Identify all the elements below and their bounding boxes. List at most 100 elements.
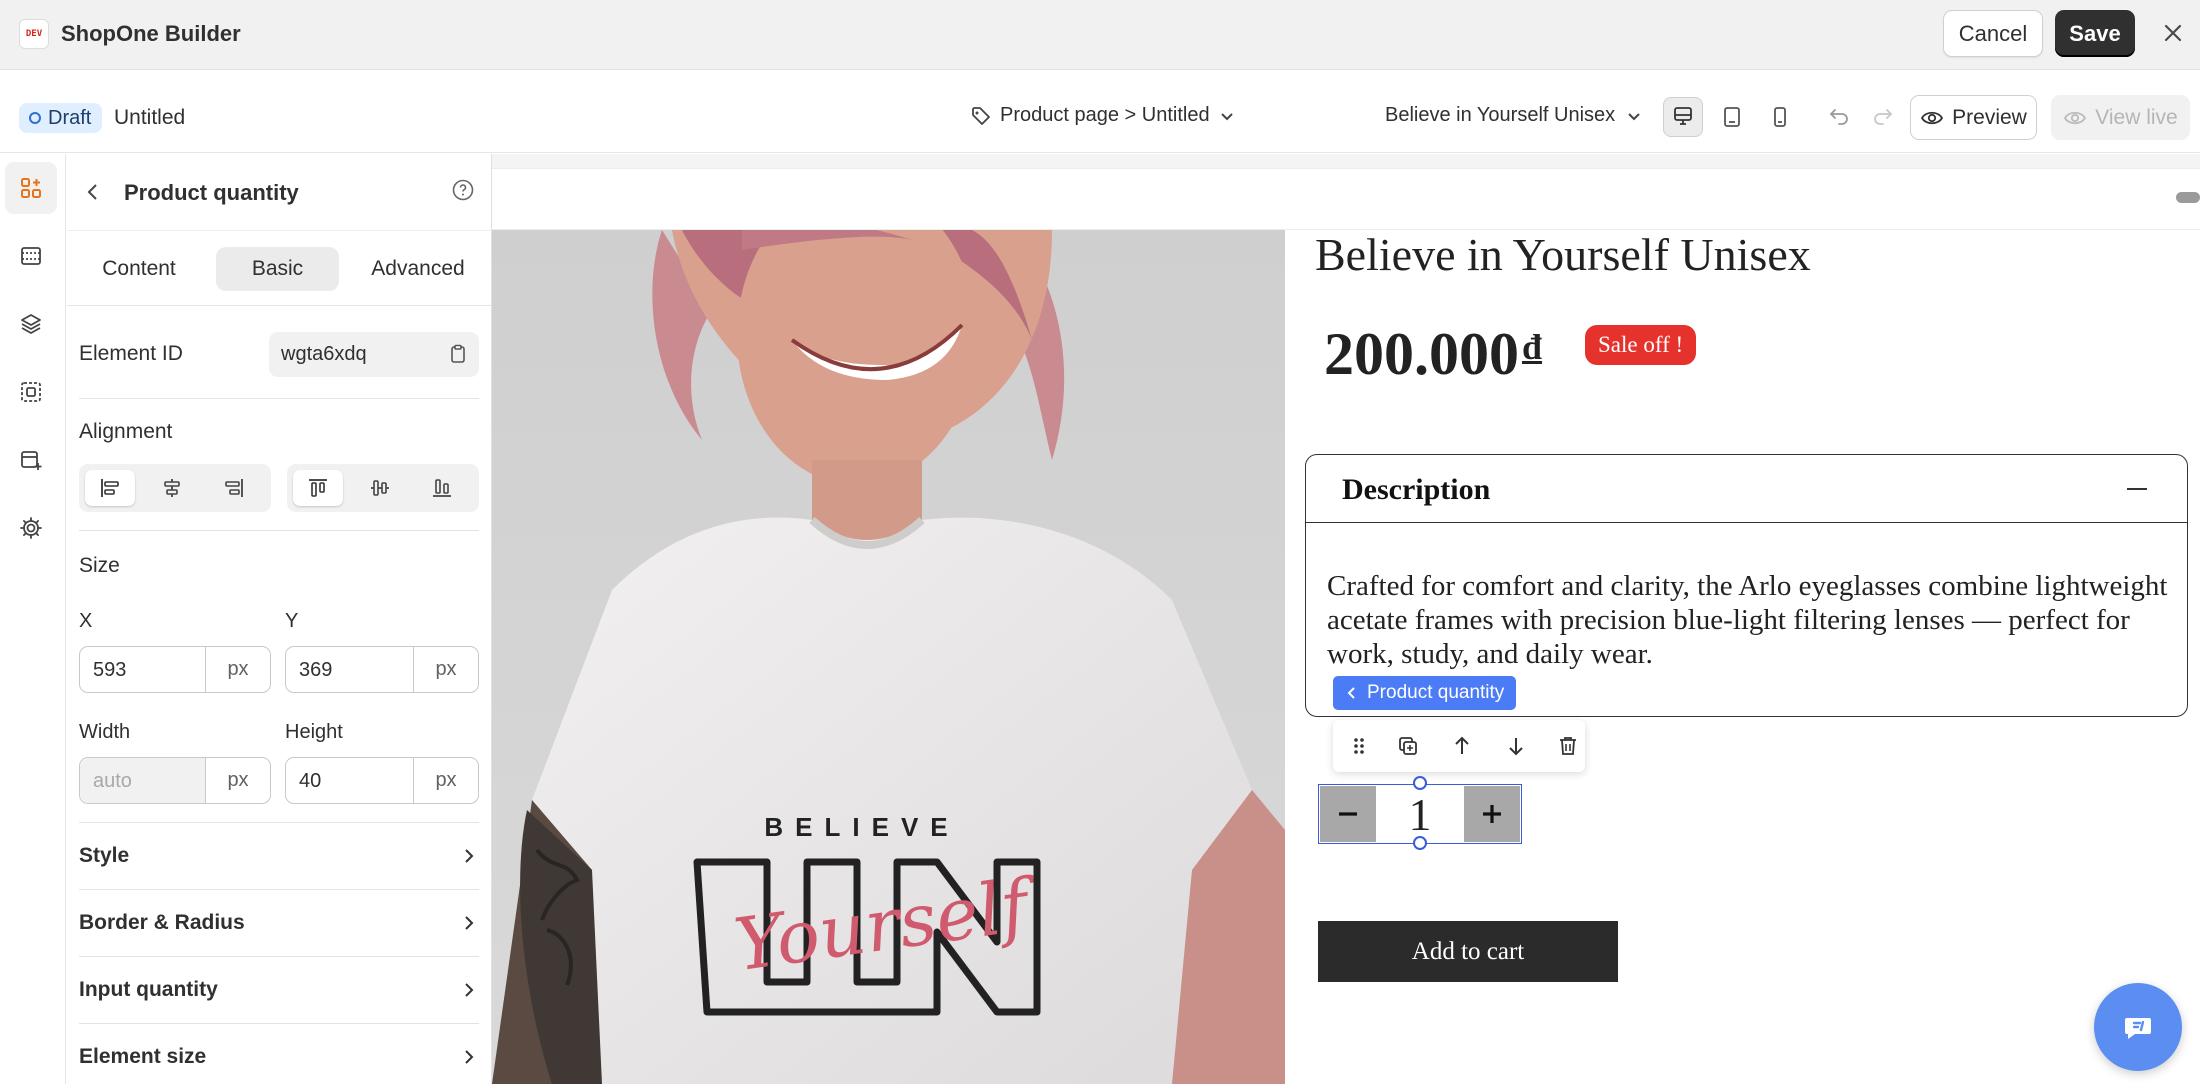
accordion-element-size[interactable]: Element size bbox=[79, 1023, 479, 1090]
rail-pages-button[interactable] bbox=[5, 434, 57, 486]
x-field[interactable]: 593 px bbox=[79, 646, 271, 693]
accordion-element-size-label: Element size bbox=[79, 1045, 207, 1068]
tablet-view-button[interactable] bbox=[1712, 97, 1752, 137]
page-selector[interactable]: Product page > Untitled bbox=[970, 104, 1236, 127]
description-header[interactable]: Description bbox=[1306, 455, 2187, 523]
view-live-label: View live bbox=[2095, 105, 2178, 129]
width-unit: px bbox=[227, 769, 249, 791]
quantity-decrease-button[interactable] bbox=[1320, 786, 1376, 842]
divider bbox=[79, 530, 479, 531]
y-label: Y bbox=[285, 610, 299, 632]
rail-templates-button[interactable] bbox=[5, 366, 57, 418]
height-label: Height bbox=[285, 721, 343, 743]
drag-handle-icon[interactable] bbox=[1346, 733, 1372, 759]
back-chevron-icon[interactable] bbox=[81, 180, 105, 204]
align-right-button[interactable] bbox=[209, 470, 259, 506]
shirt-print-believe: BELIEVE bbox=[764, 812, 959, 842]
chevron-down-icon bbox=[1628, 112, 1640, 120]
status-label: Draft bbox=[48, 106, 92, 129]
alignment-label: Alignment bbox=[79, 420, 173, 443]
height-input[interactable]: 40 bbox=[286, 758, 414, 803]
resize-handle-top[interactable] bbox=[1413, 776, 1427, 790]
tag-icon bbox=[972, 106, 990, 125]
align-top-button[interactable] bbox=[293, 470, 343, 506]
desktop-view-button[interactable] bbox=[1663, 97, 1703, 137]
x-unit: px bbox=[227, 658, 249, 680]
align-left-icon bbox=[101, 479, 119, 497]
sale-badge[interactable]: Sale off ! bbox=[1585, 325, 1697, 365]
page-name[interactable]: Untitled bbox=[114, 106, 185, 130]
move-up-icon[interactable] bbox=[1449, 733, 1475, 759]
quantity-input[interactable]: 1 bbox=[1376, 786, 1464, 842]
chevron-right-icon bbox=[465, 916, 474, 930]
trash-icon[interactable] bbox=[1555, 733, 1581, 759]
rail-layers-button[interactable] bbox=[5, 298, 57, 350]
tab-basic[interactable]: Basic bbox=[216, 247, 339, 291]
chevron-left-icon bbox=[1347, 687, 1355, 699]
close-icon[interactable] bbox=[2158, 18, 2188, 48]
help-icon[interactable] bbox=[451, 178, 475, 202]
rail-elements-button[interactable] bbox=[5, 162, 57, 214]
eye-icon bbox=[2064, 111, 2087, 124]
panel-tabs: Content Basic Advanced bbox=[67, 230, 492, 306]
page-selector-label: Product page > Untitled bbox=[1000, 104, 1210, 126]
y-field[interactable]: 369 px bbox=[285, 646, 479, 693]
quantity-increase-button[interactable] bbox=[1464, 786, 1520, 842]
selected-element-tag-label: Product quantity bbox=[1367, 682, 1505, 703]
preview-button[interactable]: Preview bbox=[1910, 95, 2037, 140]
x-input[interactable]: 593 bbox=[80, 647, 206, 692]
align-center-icon bbox=[164, 479, 180, 497]
canvas-header-strip bbox=[492, 168, 2200, 230]
undo-icon[interactable] bbox=[1826, 101, 1856, 131]
canvas-scrollbar[interactable] bbox=[2176, 192, 2200, 203]
y-unit: px bbox=[435, 658, 457, 680]
align-top-icon bbox=[309, 479, 327, 497]
accordion-input-quantity-label: Input quantity bbox=[79, 978, 218, 1001]
divider bbox=[79, 398, 479, 399]
width-input[interactable]: auto bbox=[80, 758, 206, 803]
template-icon bbox=[21, 382, 41, 402]
accordion-input-quantity[interactable]: Input quantity bbox=[79, 956, 479, 1023]
tab-content[interactable]: Content bbox=[83, 247, 195, 291]
align-bottom-button[interactable] bbox=[417, 470, 467, 506]
add-to-cart-button[interactable]: Add to cart bbox=[1318, 921, 1618, 982]
y-input[interactable]: 369 bbox=[286, 647, 414, 692]
resize-handle-bottom[interactable] bbox=[1413, 836, 1427, 850]
view-live-button[interactable]: View live bbox=[2051, 95, 2190, 140]
accordion-style[interactable]: Style bbox=[79, 822, 479, 889]
accordion-border-radius[interactable]: Border & Radius bbox=[79, 889, 479, 956]
product-selector[interactable]: Believe in Yourself Unisex bbox=[1385, 104, 1643, 127]
product-image[interactable]: BELIEVE Yourself bbox=[492, 230, 1285, 1084]
element-id-value: wgta6xdq bbox=[281, 343, 367, 365]
gear-icon bbox=[20, 517, 42, 539]
tab-advanced[interactable]: Advanced bbox=[355, 247, 481, 291]
selected-element-tag[interactable]: Product quantity bbox=[1333, 676, 1517, 710]
rail-settings-button[interactable] bbox=[5, 502, 57, 554]
desktop-icon bbox=[1674, 107, 1692, 125]
height-field[interactable]: 40 px bbox=[285, 757, 479, 804]
collapse-minus-icon[interactable] bbox=[2127, 488, 2147, 490]
move-down-icon[interactable] bbox=[1503, 733, 1529, 759]
align-bottom-icon bbox=[433, 479, 451, 497]
chevron-right-icon bbox=[465, 849, 474, 863]
editor-toolbar: Draft Untitled Product page > Untitled B… bbox=[0, 71, 2200, 153]
chat-support-button[interactable] bbox=[2094, 983, 2182, 1071]
mobile-icon bbox=[1774, 107, 1786, 127]
mobile-view-button[interactable] bbox=[1760, 97, 1800, 137]
rail-sections-button[interactable] bbox=[5, 230, 57, 282]
duplicate-icon[interactable] bbox=[1395, 733, 1421, 759]
width-field[interactable]: auto px bbox=[79, 757, 271, 804]
save-button[interactable]: Save bbox=[2055, 10, 2135, 57]
redo-icon[interactable] bbox=[1866, 101, 1896, 131]
vertical-alignment-group bbox=[287, 464, 479, 512]
cancel-button[interactable]: Cancel bbox=[1943, 10, 2043, 57]
align-center-button[interactable] bbox=[147, 470, 197, 506]
element-id-field[interactable]: wgta6xdq bbox=[269, 332, 479, 377]
align-middle-button[interactable] bbox=[355, 470, 405, 506]
app-title: ShopOne Builder bbox=[61, 21, 241, 46]
product-title[interactable]: Believe in Yourself Unisex bbox=[1315, 228, 1811, 281]
align-left-button[interactable] bbox=[85, 470, 135, 506]
product-price[interactable]: 200.000 bbox=[1324, 320, 1519, 389]
app-titlebar: DEV ShopOne Builder Cancel Save bbox=[0, 0, 2200, 70]
clipboard-icon[interactable] bbox=[447, 343, 469, 365]
